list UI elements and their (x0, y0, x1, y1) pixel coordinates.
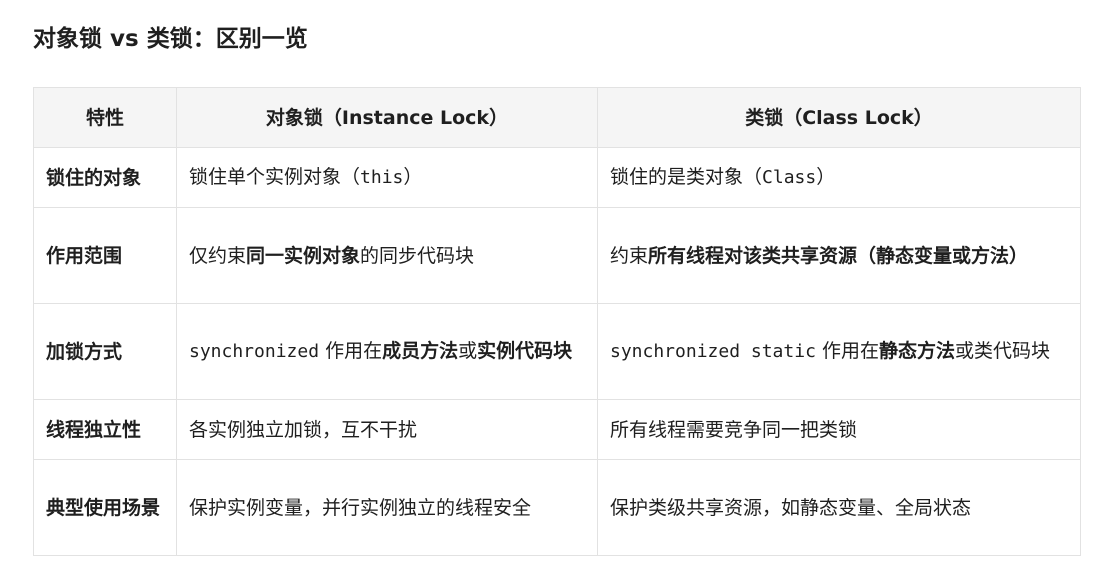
class-cell: synchronized static 作用在静态方法或类代码块 (597, 303, 1081, 400)
table-row: 加锁方式 synchronized 作用在成员方法或实例代码块 synchron… (33, 303, 1081, 400)
table-header-row: 特性 对象锁（Instance Lock） 类锁（Class Lock） (33, 87, 1081, 148)
page-title: 对象锁 vs 类锁：区别一览 (33, 26, 308, 52)
class-cell: 保护类级共享资源，如静态变量、全局状态 (597, 459, 1081, 556)
code-snippet: synchronized (189, 341, 320, 362)
table-row: 线程独立性 各实例独立加锁，互不干扰 所有线程需要竞争同一把类锁 (33, 399, 1081, 460)
instance-cell: 保护实例变量，并行实例独立的线程安全 (176, 459, 598, 556)
class-cell: 锁住的是类对象（Class） (597, 147, 1081, 208)
class-cell: 约束所有线程对该类共享资源（静态变量或方法） (597, 207, 1081, 304)
header-feature: 特性 (33, 87, 177, 148)
instance-cell: 仅约束同一实例对象的同步代码块 (176, 207, 598, 304)
row-feature: 典型使用场景 (33, 459, 177, 556)
row-feature: 加锁方式 (33, 303, 177, 400)
header-class-lock: 类锁（Class Lock） (597, 87, 1081, 148)
row-feature: 锁住的对象 (33, 147, 177, 208)
table-row: 锁住的对象 锁住单个实例对象（this） 锁住的是类对象（Class） (33, 147, 1081, 208)
class-cell: 所有线程需要竞争同一把类锁 (597, 399, 1081, 460)
instance-cell: 锁住单个实例对象（this） (176, 147, 598, 208)
header-instance-lock: 对象锁（Instance Lock） (176, 87, 598, 148)
code-snippet: Class (762, 167, 817, 188)
row-feature: 作用范围 (33, 207, 177, 304)
code-snippet: synchronized static (610, 341, 816, 362)
instance-cell: synchronized 作用在成员方法或实例代码块 (176, 303, 598, 400)
instance-cell: 各实例独立加锁，互不干扰 (176, 399, 598, 460)
table-row: 作用范围 仅约束同一实例对象的同步代码块 约束所有线程对该类共享资源（静态变量或… (33, 207, 1081, 304)
comparison-table: 特性 对象锁（Instance Lock） 类锁（Class Lock） 锁住的… (33, 87, 1081, 556)
table-row: 典型使用场景 保护实例变量，并行实例独立的线程安全 保护类级共享资源，如静态变量… (33, 459, 1081, 556)
code-snippet: this (360, 167, 404, 188)
row-feature: 线程独立性 (33, 399, 177, 460)
